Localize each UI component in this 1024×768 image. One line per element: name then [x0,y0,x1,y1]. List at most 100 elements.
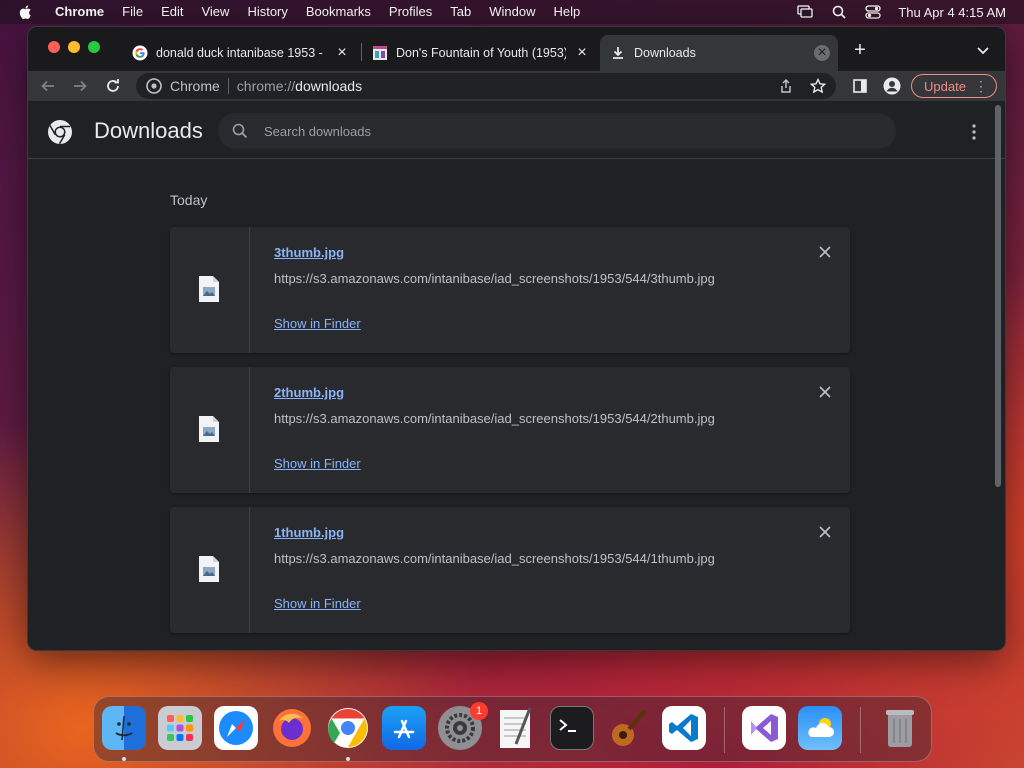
downloads-page: Downloads Today [28,101,1005,650]
tab-strip: donald duck intanibase 1953 - × Don's Fo… [28,27,1005,93]
tab-close-icon[interactable]: × [814,45,830,61]
new-tab-button[interactable]: + [850,40,870,61]
menu-file[interactable]: File [113,0,152,24]
dock-separator [724,707,725,753]
chrome-logo-icon [48,120,72,145]
chrome-logo-icon [146,78,162,94]
tab-dons-fountain[interactable]: Don's Fountain of Youth (1953) × [362,35,598,71]
download-icon [613,47,623,59]
tab-title: Downloads [634,46,696,60]
control-center-icon[interactable] [864,3,882,21]
remove-download-close-icon[interactable] [818,385,832,399]
image-file-icon [199,276,219,302]
update-label: Update [924,78,966,94]
back-arrow-icon[interactable] [38,76,58,96]
download-source-url[interactable]: https://s3.amazonaws.com/intanibase/iad_… [274,271,715,286]
more-options-icon[interactable] [971,124,977,140]
dock: 1 [93,696,932,762]
finder-icon[interactable] [102,706,146,750]
firefox-icon[interactable] [270,706,314,750]
download-filename-link[interactable]: 1thumb.jpg [274,525,344,540]
google-icon [132,45,148,61]
downloads-list: 3thumb.jpg https://s3.amazonaws.com/inta… [170,227,850,647]
page-scrollbar[interactable] [995,105,1001,487]
system-settings-icon[interactable]: 1 [438,702,488,750]
running-indicator [122,757,126,761]
spotlight-search-icon[interactable] [830,3,848,21]
search-icon [232,123,248,139]
menu-app-name[interactable]: Chrome [46,0,113,24]
download-item: 3thumb.jpg https://s3.amazonaws.com/inta… [170,227,850,353]
vscode-icon[interactable] [662,706,706,750]
file-icon-column [170,227,250,353]
menu-help[interactable]: Help [545,0,590,24]
launchpad-icon[interactable] [158,706,202,750]
notification-badge: 1 [470,702,488,720]
image-file-icon [199,416,219,442]
bookmark-star-icon[interactable] [808,76,828,96]
address-bar[interactable]: Chrome chrome:// downloads [136,73,836,99]
download-source-url[interactable]: https://s3.amazonaws.com/intanibase/iad_… [274,551,715,566]
menu-bar: Chrome File Edit View History Bookmarks … [0,0,1024,24]
weather-icon[interactable] [798,706,842,750]
menubar-clock[interactable]: Thu Apr 4 4:15 AM [898,5,1006,20]
reload-icon[interactable] [103,76,123,96]
image-file-icon [199,556,219,582]
download-filename-link[interactable]: 3thumb.jpg [274,245,344,260]
menu-bookmarks[interactable]: Bookmarks [297,0,380,24]
chrome-icon[interactable] [326,706,370,750]
browser-toolbar: Chrome chrome:// downloads Update ⋮ [28,71,1005,101]
file-icon-column [170,507,250,633]
tab-close-icon[interactable]: × [334,45,350,61]
remove-download-close-icon[interactable] [818,245,832,259]
side-panel-icon[interactable] [850,76,870,96]
url-host: downloads [295,78,363,94]
omnibox-divider [227,78,229,94]
window-zoom-button[interactable] [88,41,100,53]
remove-download-close-icon[interactable] [818,525,832,539]
chrome-window: donald duck intanibase 1953 - × Don's Fo… [27,26,1006,651]
menu-tab[interactable]: Tab [441,0,480,24]
share-icon[interactable] [776,76,796,96]
site-chip-label: Chrome [170,78,220,94]
screen-mirroring-icon[interactable] [796,3,814,21]
tab-search-chevron-icon[interactable] [975,42,991,58]
url-scheme: chrome:// [236,78,296,94]
trash-icon[interactable] [878,706,922,750]
terminal-icon[interactable] [550,706,594,750]
download-item: 2thumb.jpg https://s3.amazonaws.com/inta… [170,367,850,493]
window-minimize-button[interactable] [68,41,80,53]
menu-profiles[interactable]: Profiles [380,0,441,24]
tab-downloads[interactable]: Downloads × [600,35,838,71]
garageband-icon[interactable] [606,706,650,750]
date-group-label: Today [170,192,208,208]
show-in-finder-link[interactable]: Show in Finder [274,456,361,471]
downloads-header: Downloads [28,101,1005,159]
visual-studio-icon[interactable] [742,706,786,750]
menu-history[interactable]: History [238,0,296,24]
search-downloads-bar[interactable] [218,113,896,149]
window-close-button[interactable] [48,41,60,53]
tab-title: donald duck intanibase 1953 - [156,46,323,60]
menu-view[interactable]: View [192,0,238,24]
menu-edit[interactable]: Edit [152,0,192,24]
show-in-finder-link[interactable]: Show in Finder [274,596,361,611]
search-downloads-input[interactable] [264,123,824,139]
apple-icon[interactable] [18,4,34,20]
download-item: 1thumb.jpg https://s3.amazonaws.com/inta… [170,507,850,633]
tab-title: Don's Fountain of Youth (1953) [396,46,566,60]
tab-donald-duck-search[interactable]: donald duck intanibase 1953 - × [122,35,358,71]
download-source-url[interactable]: https://s3.amazonaws.com/intanibase/iad_… [274,411,715,426]
app-store-icon[interactable] [382,706,426,750]
chrome-menu-kebab-icon[interactable]: ⋮ [974,78,988,94]
update-button[interactable]: Update ⋮ [911,74,997,98]
download-filename-link[interactable]: 2thumb.jpg [274,385,344,400]
show-in-finder-link[interactable]: Show in Finder [274,316,361,331]
forward-arrow-icon[interactable] [70,76,90,96]
textedit-icon[interactable] [494,706,538,750]
menu-window[interactable]: Window [480,0,544,24]
tab-close-icon[interactable]: × [574,45,590,61]
profile-avatar-icon[interactable] [882,76,902,96]
dock-separator [860,707,861,753]
safari-icon[interactable] [214,706,258,750]
